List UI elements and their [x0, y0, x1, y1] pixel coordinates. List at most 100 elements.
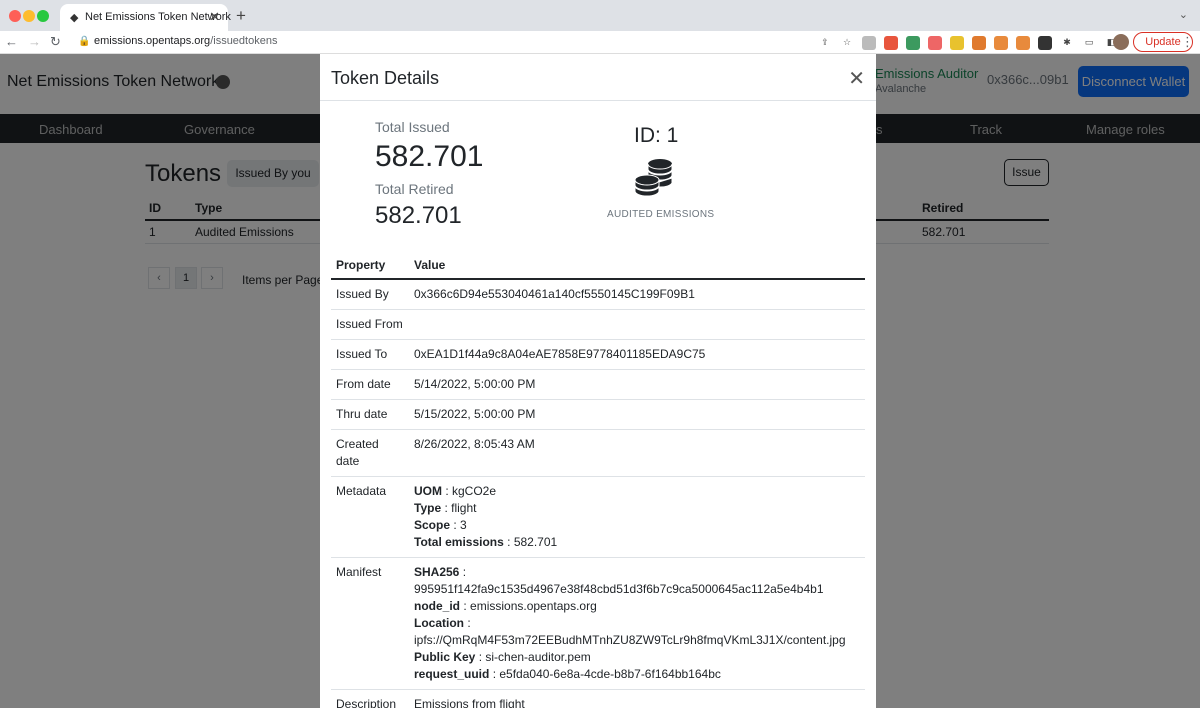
- address-bar: ← → ↻ 🔒 emissions.opentaps.org/issuedtok…: [0, 31, 1200, 54]
- lock-icon: 🔒: [78, 36, 91, 47]
- description-value: Emissions from flight: [409, 689, 865, 708]
- property-label: Manifest: [331, 557, 409, 690]
- manifest-key: node_id: [414, 599, 461, 613]
- metadata-key: Scope: [414, 518, 451, 532]
- metadata-value-text: : 3: [450, 518, 467, 532]
- total-issued-label: Total Issued: [375, 119, 450, 135]
- property-label: Issued To: [331, 339, 409, 370]
- extensions-bar: ⇪ ☆ ✱ ▭ ◧: [818, 34, 1118, 51]
- manifest-key: Public Key: [414, 650, 476, 664]
- property-label: Issued By: [331, 279, 409, 310]
- total-issued-value: 582.701: [375, 140, 484, 173]
- property-column-header: Property: [331, 252, 409, 280]
- manifest-value-text: :: [464, 616, 471, 630]
- manifest-value-text: : e5fda040-6e8a-4cde-b8b7-6f164bb164bc: [489, 667, 721, 681]
- manifest-value: SHA256 : 995951f142fa9c1535d4967e38f48cb…: [409, 557, 865, 690]
- property-label: From date: [331, 369, 409, 400]
- browser-tab-bar: ◆ Net Emissions Token Network ✕ + ⌄: [0, 0, 1200, 31]
- table-row: From date 5/14/2022, 5:00:00 PM: [331, 369, 865, 400]
- value-column-header: Value: [409, 252, 865, 280]
- ethereum-icon: ◆: [70, 12, 79, 24]
- table-row: Issued To 0xEA1D1f44a9c8A04eAE7858E97784…: [331, 339, 865, 370]
- metadata-key: Total emissions: [414, 535, 504, 549]
- metamask-icon[interactable]: [994, 35, 1008, 50]
- manifest-public-key: Public Key : si-chen-auditor.pem: [414, 649, 860, 666]
- window-maximize-button[interactable]: [37, 10, 49, 22]
- extension-icon[interactable]: [972, 35, 986, 50]
- table-row: Manifest SHA256 : 995951f142fa9c1535d496…: [331, 557, 865, 690]
- total-retired-label: Total Retired: [375, 181, 454, 197]
- total-retired-value: 582.701: [375, 202, 462, 229]
- manifest-value-text: : emissions.opentaps.org: [460, 599, 597, 613]
- manifest-key: Location: [414, 616, 464, 630]
- table-header-row: Property Value: [331, 252, 865, 280]
- url-host: emissions.opentaps.org: [94, 35, 211, 47]
- extension-icon[interactable]: [1038, 35, 1052, 50]
- table-row: Issued From: [331, 309, 865, 340]
- url-field[interactable]: emissions.opentaps.org/issuedtokens: [94, 35, 277, 47]
- extension-icon[interactable]: [950, 35, 964, 50]
- browser-tab[interactable]: ◆ Net Emissions Token Network ✕: [60, 4, 231, 31]
- extension-icon[interactable]: [928, 35, 942, 50]
- metadata-scope: Scope : 3: [414, 517, 860, 534]
- share-icon[interactable]: ⇪: [818, 35, 832, 50]
- forward-icon[interactable]: →: [28, 34, 41, 49]
- puzzle-icon[interactable]: ✱: [1060, 35, 1074, 50]
- cast-icon[interactable]: ▭: [1082, 35, 1096, 50]
- manifest-key: SHA256: [414, 565, 460, 579]
- manifest-value-text: : si-chen-auditor.pem: [475, 650, 591, 664]
- tab-search-chevron-icon[interactable]: ⌄: [1179, 8, 1188, 21]
- table-row: Metadata UOM : kgCO2e Type : flight Scop…: [331, 476, 865, 558]
- metamask-icon[interactable]: [1016, 35, 1030, 50]
- modal-title: Token Details: [331, 68, 440, 88]
- close-icon[interactable]: ✕: [848, 66, 865, 91]
- issued-to-value: 0xEA1D1f44a9c8A04eAE7858E9778401185EDA9C…: [409, 339, 865, 370]
- metadata-value: UOM : kgCO2e Type : flight Scope : 3 Tot…: [409, 476, 865, 558]
- bookmark-star-icon[interactable]: ☆: [840, 35, 854, 50]
- from-date-value: 5/14/2022, 5:00:00 PM: [409, 369, 865, 400]
- table-row: Created date 8/26/2022, 8:05:43 AM: [331, 429, 865, 477]
- metadata-value-text: : flight: [441, 501, 477, 515]
- reload-icon[interactable]: ↻: [50, 34, 61, 50]
- extension-icon[interactable]: [884, 35, 898, 50]
- back-icon[interactable]: ←: [5, 34, 18, 49]
- manifest-request-uuid: request_uuid : e5fda040-6e8a-4cde-b8b7-6…: [414, 666, 860, 683]
- property-label: Thru date: [331, 399, 409, 430]
- property-label: Issued From: [331, 309, 409, 340]
- profile-avatar[interactable]: [1113, 34, 1129, 50]
- tab-close-icon[interactable]: ✕: [209, 9, 220, 25]
- property-table: Property Value Issued By 0x366c6D94e5530…: [331, 252, 865, 708]
- metadata-value-text: : 582.701: [503, 535, 558, 549]
- manifest-sha256: SHA256 : 995951f142fa9c1535d4967e38f48cb…: [414, 564, 860, 598]
- token-id: ID: 1: [634, 124, 679, 147]
- issued-from-value: [409, 309, 865, 340]
- metadata-uom: UOM : kgCO2e: [414, 483, 860, 500]
- table-row: Description Emissions from flight: [331, 689, 865, 708]
- metadata-key: UOM: [414, 484, 442, 498]
- manifest-value-text: : 995951f142fa9c1535d4967e38f48cbd51d3f6…: [414, 565, 824, 596]
- table-row: Thru date 5/15/2022, 5:00:00 PM: [331, 399, 865, 430]
- created-date-value: 8/26/2022, 8:05:43 AM: [409, 429, 865, 477]
- new-tab-icon[interactable]: +: [236, 6, 246, 26]
- extension-icon[interactable]: [862, 35, 876, 50]
- manifest-node-id: node_id : emissions.opentaps.org: [414, 598, 860, 615]
- token-details-modal: Token Details ✕ Total Issued 582.701 Tot…: [320, 54, 876, 708]
- url-path: /issuedtokens: [210, 35, 278, 47]
- property-label: Metadata: [331, 476, 409, 558]
- extension-icon[interactable]: [906, 35, 920, 50]
- table-row: Issued By 0x366c6D94e553040461a140cf5550…: [331, 279, 865, 310]
- property-label: Created date: [331, 429, 409, 477]
- manifest-location-url: ipfs://QmRqM4F53m72EEBudhMTnhZU8ZW9TcLr9…: [414, 633, 846, 647]
- metadata-key: Type: [414, 501, 442, 515]
- issued-by-value: 0x366c6D94e553040461a140cf5550145C199F09…: [409, 279, 865, 310]
- thru-date-value: 5/15/2022, 5:00:00 PM: [409, 399, 865, 430]
- browser-menu-icon[interactable]: ⋮: [1181, 34, 1194, 50]
- coins-icon: [634, 159, 673, 197]
- manifest-key: request_uuid: [414, 667, 490, 681]
- metadata-total: Total emissions : 582.701: [414, 534, 860, 551]
- metadata-type: Type : flight: [414, 500, 860, 517]
- window-close-button[interactable]: [9, 10, 21, 22]
- property-label: Description: [331, 689, 409, 708]
- token-type: AUDITED EMISSIONS: [607, 209, 715, 220]
- window-minimize-button[interactable]: [23, 10, 35, 22]
